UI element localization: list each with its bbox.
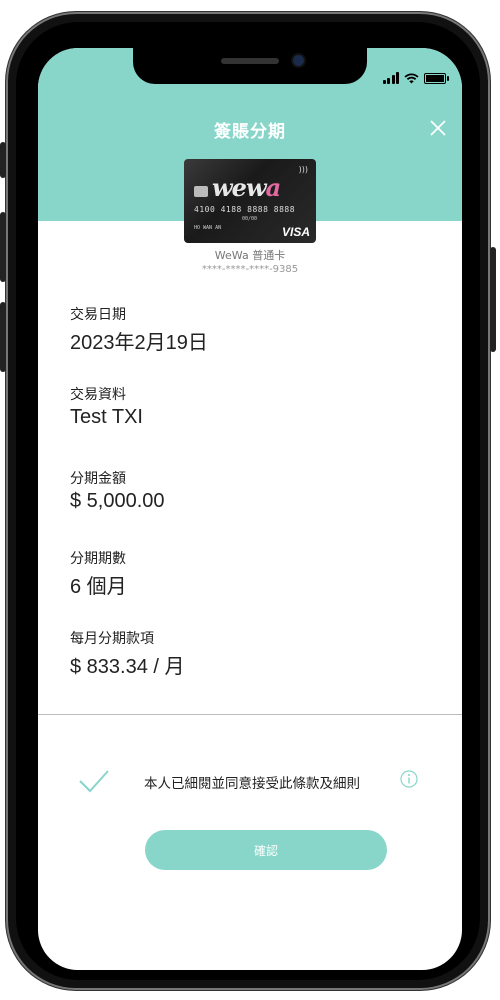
credit-card-image: ))) wewa 4100 4188 8888 8888 00/00 HO WA… xyxy=(184,159,316,243)
field-value: Test TXI xyxy=(70,406,143,428)
installment-period-field: 分期期數 6 個月 xyxy=(70,548,127,599)
volume-up-button xyxy=(0,212,6,282)
agreement-text: 本人已細閱並同意接受此條款及細則 xyxy=(144,776,360,792)
field-label: 交易日期 xyxy=(70,306,126,322)
card-expiry: 00/00 xyxy=(242,216,258,222)
phone-bezel: 簽賬分期 ))) wewa 4100 4188 8888 8888 00/00 … xyxy=(16,22,480,980)
confirm-button[interactable]: 確認 xyxy=(145,830,387,870)
monthly-payment-field: 每月分期款項 $ 833.34 / 月 xyxy=(70,628,185,679)
phone-frame: 簽賬分期 ))) wewa 4100 4188 8888 8888 00/00 … xyxy=(0,12,496,990)
front-camera xyxy=(293,55,304,66)
page-title: 簽賬分期 xyxy=(214,122,286,142)
card-masked-number: ****-****-****-9385 xyxy=(201,264,299,275)
field-label: 交易資料 xyxy=(70,386,126,402)
mute-switch xyxy=(0,142,6,178)
card-chip xyxy=(194,186,208,197)
close-icon[interactable] xyxy=(428,118,448,138)
transaction-info-field: 交易資料 Test TXI xyxy=(70,384,143,429)
info-icon[interactable] xyxy=(400,770,418,788)
volume-down-button xyxy=(0,302,6,372)
divider xyxy=(38,714,462,715)
card-holder: HO WAN AN xyxy=(194,225,222,231)
screen: 簽賬分期 ))) wewa 4100 4188 8888 8888 00/00 … xyxy=(38,48,462,970)
transaction-date-field: 交易日期 2023年2月19日 xyxy=(70,304,208,355)
field-label: 每月分期款項 xyxy=(70,630,154,646)
agreement-row: 本人已細閱並同意接受此條款及細則 xyxy=(78,768,438,794)
visa-logo: VISA xyxy=(281,225,310,239)
field-value: $ 833.34 / 月 xyxy=(70,656,185,678)
cellular-signal-icon xyxy=(382,72,399,84)
field-value: $ 5,000.00 xyxy=(70,490,165,512)
battery-icon xyxy=(424,72,449,84)
speaker xyxy=(221,58,279,64)
field-label: 分期金額 xyxy=(70,470,126,486)
contactless-icon: ))) xyxy=(298,165,308,174)
field-value: 6 個月 xyxy=(70,576,127,598)
field-value: 2023年2月19日 xyxy=(70,332,208,354)
power-button xyxy=(490,247,496,352)
installment-amount-field: 分期金額 $ 5,000.00 xyxy=(70,468,165,513)
card-number: 4100 4188 8888 8888 xyxy=(194,205,296,214)
checkmark-icon[interactable] xyxy=(78,768,110,794)
card-name: WeWa 普通卡 xyxy=(214,249,286,262)
status-bar xyxy=(382,72,449,84)
notch xyxy=(133,48,367,84)
card-logo: wewa xyxy=(212,173,281,202)
wifi-icon xyxy=(404,73,419,83)
field-label: 分期期數 xyxy=(70,550,126,566)
